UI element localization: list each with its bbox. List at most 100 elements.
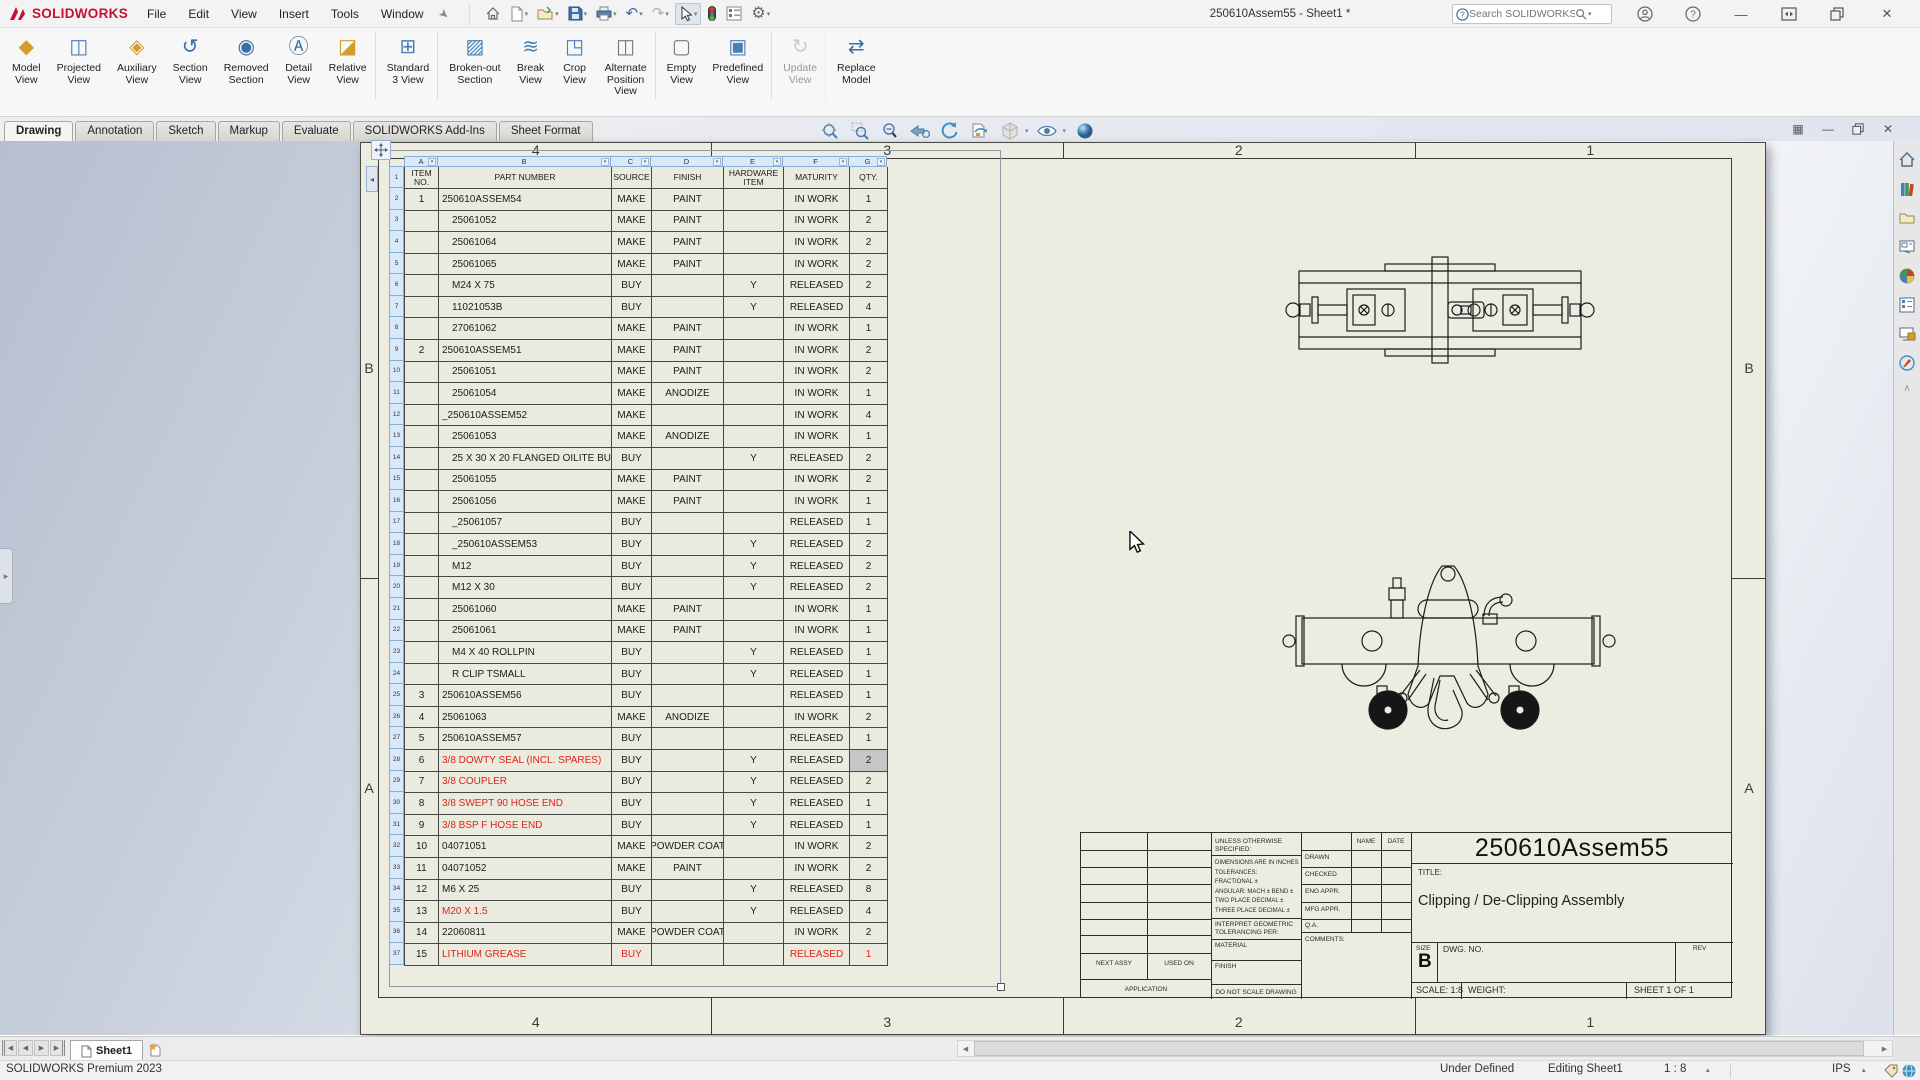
bom-cell-maturity[interactable]: RELEASED <box>784 663 850 686</box>
switch-windows-button[interactable] <box>1774 0 1804 28</box>
bom-cell-source[interactable]: BUY <box>612 577 652 599</box>
bom-row[interactable]: 25 X 30 X 20 FLANGED OILITE BUSH BUY Y R… <box>405 447 888 470</box>
bom-row[interactable]: 3 250610ASSEM56 BUY RELEASED 1 <box>405 685 888 707</box>
status-sheet-scale[interactable]: 1 : 8 <box>1664 1063 1686 1075</box>
bom-row[interactable]: 10 04071051 MAKE POWDER COAT IN WORK 2 <box>405 836 888 858</box>
bom-cell-part-number[interactable]: 3/8 DOWTY SEAL (INCL. SPARES) <box>439 750 612 772</box>
bom-cell-source[interactable]: MAKE <box>612 318 652 341</box>
bom-cell-qty[interactable]: 2 <box>850 361 888 384</box>
bom-cell-part-number[interactable]: 04071051 <box>439 836 612 858</box>
document-minimize-button[interactable]: — <box>1816 119 1840 138</box>
bom-cell-source[interactable]: BUY <box>612 901 652 923</box>
bom-cell-part-number[interactable]: 250610ASSEM51 <box>439 340 612 362</box>
bom-cell-part-number[interactable]: 25061055 <box>439 469 612 492</box>
file-properties-button[interactable] <box>723 3 745 25</box>
bom-cell-maturity[interactable]: RELEASED <box>784 512 850 535</box>
bom-row[interactable]: 25061064 MAKE PAINT IN WORK 2 <box>405 232 888 254</box>
bom-cell-item-no[interactable] <box>405 426 439 448</box>
dropdown-icon[interactable]: ▾ <box>613 10 617 18</box>
bom-cell-finish[interactable] <box>652 879 724 902</box>
bom-cell-part-number[interactable]: 25061065 <box>439 253 612 276</box>
bom-cell-finish[interactable] <box>652 728 724 751</box>
bom-cell-source[interactable]: BUY <box>612 275 652 297</box>
column-dropdown-icon[interactable]: ▾ <box>713 158 721 166</box>
bom-header-cell[interactable]: ITEM NO. <box>405 167 439 189</box>
bom-row-number[interactable]: 15 <box>389 468 404 491</box>
bom-cell-part-number[interactable]: _250610ASSEM52 <box>439 404 612 427</box>
bom-cell-item-no[interactable] <box>405 296 439 319</box>
scale-dropdown-icon[interactable]: ▴ <box>1706 1066 1710 1074</box>
bom-header-cell[interactable]: SOURCE <box>612 167 652 189</box>
bom-row-number[interactable]: 25 <box>389 684 404 706</box>
bom-cell-item-no[interactable] <box>405 512 439 535</box>
bom-cell-hardware-item[interactable]: Y <box>724 275 784 297</box>
bom-cell-finish[interactable]: POWDER COAT <box>652 836 724 858</box>
bom-cell-qty[interactable]: 2 <box>850 922 888 945</box>
bom-cell-maturity[interactable]: RELEASED <box>784 685 850 707</box>
bom-row[interactable]: 15 LITHIUM GREASE BUY RELEASED 1 <box>405 944 888 966</box>
bom-cell-source[interactable]: BUY <box>612 512 652 535</box>
bom-header-cell[interactable]: HARDWARE ITEM <box>724 167 784 189</box>
dropdown-icon[interactable]: ▾ <box>584 10 588 18</box>
bom-cell-finish[interactable] <box>652 275 724 297</box>
bom-cell-hardware-item[interactable]: Y <box>724 534 784 556</box>
dropdown-icon[interactable]: ▾ <box>525 10 529 18</box>
bom-cell-finish[interactable]: ANODIZE <box>652 383 724 405</box>
bom-cell-item-no[interactable]: 14 <box>405 922 439 945</box>
bom-header-cell[interactable]: MATURITY <box>784 167 850 189</box>
bom-row-number[interactable]: 13 <box>389 425 404 447</box>
title-block[interactable]: UNLESS OTHERWISE SPECIFIED: DIMENSIONS A… <box>1080 832 1733 999</box>
bom-row[interactable]: 6 3/8 DOWTY SEAL (INCL. SPARES) BUY Y RE… <box>405 750 888 772</box>
bom-cell-hardware-item[interactable]: Y <box>724 771 784 794</box>
bom-cell-item-no[interactable] <box>405 447 439 470</box>
zoom-in-out-icon[interactable] <box>878 120 901 141</box>
bom-cell-hardware-item[interactable] <box>724 340 784 362</box>
bom-cell-part-number[interactable]: 04071052 <box>439 857 612 880</box>
bom-cell-source[interactable]: BUY <box>612 728 652 751</box>
bom-cell-source[interactable]: MAKE <box>612 598 652 621</box>
help-button[interactable]: ? <box>1678 0 1708 28</box>
bom-cell-item-no[interactable] <box>405 404 439 427</box>
ribbon-button[interactable]: ◆ Model View <box>4 32 49 100</box>
bom-cell-part-number[interactable]: 25061051 <box>439 361 612 384</box>
bom-collapse-arrow[interactable]: ◂ <box>366 166 378 192</box>
hide-show-items-icon[interactable] <box>1036 120 1059 141</box>
rotate-view-icon[interactable] <box>938 120 961 141</box>
bom-cell-source[interactable]: MAKE <box>612 340 652 362</box>
bom-cell-qty[interactable]: 1 <box>850 642 888 664</box>
bom-row[interactable]: _250610ASSEM53 BUY Y RELEASED 2 <box>405 534 888 556</box>
bom-cell-hardware-item[interactable] <box>724 836 784 858</box>
bom-cell-item-no[interactable]: 9 <box>405 814 439 837</box>
bom-cell-maturity[interactable]: RELEASED <box>784 944 850 966</box>
bom-cell-finish[interactable] <box>652 685 724 707</box>
bom-cell-source[interactable]: MAKE <box>612 706 652 729</box>
bom-column-letter-cell[interactable]: C ▾ <box>611 156 651 167</box>
ribbon-button[interactable]: ▣ Predefined View <box>704 32 773 100</box>
bom-cell-part-number[interactable]: M12 X 30 <box>439 577 612 599</box>
apply-scene-icon[interactable] <box>1073 120 1096 141</box>
bom-cell-maturity[interactable]: RELEASED <box>784 793 850 815</box>
bom-cell-hardware-item[interactable] <box>724 944 784 966</box>
bom-cell-source[interactable]: BUY <box>612 793 652 815</box>
save-button[interactable]: ▾ <box>565 3 591 25</box>
bom-cell-part-number[interactable]: 25061053 <box>439 426 612 448</box>
bom-cell-maturity[interactable]: IN WORK <box>784 383 850 405</box>
ribbon-button[interactable]: ⇄ Replace Model <box>829 32 884 100</box>
bom-cell-part-number[interactable]: _250610ASSEM53 <box>439 534 612 556</box>
bom-row-number[interactable]: 16 <box>389 490 404 512</box>
bom-row[interactable]: M12 BUY Y RELEASED 2 <box>405 555 888 578</box>
bom-cell-maturity[interactable]: IN WORK <box>784 469 850 492</box>
bom-row[interactable]: _250610ASSEM52 MAKE IN WORK 4 <box>405 404 888 427</box>
solidworks-resources-icon[interactable] <box>1896 149 1918 171</box>
bom-row[interactable]: M24 X 75 BUY Y RELEASED 2 <box>405 275 888 297</box>
pin-menu-icon[interactable]: ➤ <box>435 5 452 22</box>
command-tab[interactable]: Sketch <box>156 121 216 141</box>
bom-cell-qty[interactable]: 2 <box>850 750 888 772</box>
ribbon-button[interactable]: ◫ Alternate Position View <box>597 32 656 100</box>
bom-cell-item-no[interactable]: 8 <box>405 793 439 815</box>
window-grid-icon[interactable]: ▦ <box>1786 119 1810 138</box>
bom-cell-qty[interactable]: 1 <box>850 491 888 513</box>
bom-cell-part-number[interactable]: 3/8 COUPLER <box>439 771 612 794</box>
bom-cell-finish[interactable] <box>652 512 724 535</box>
bom-cell-finish[interactable]: PAINT <box>652 620 724 643</box>
